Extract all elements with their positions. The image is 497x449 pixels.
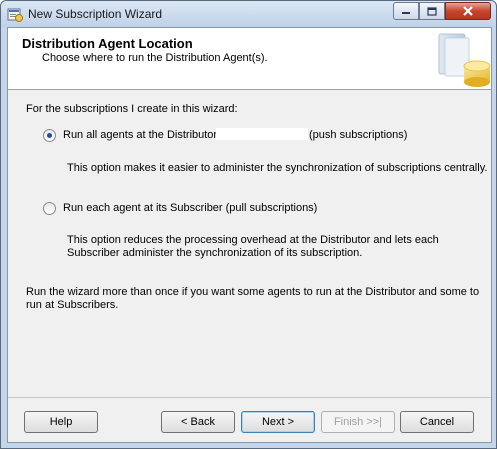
pull-option-description-line2: Subscriber administer the synchronizatio… <box>67 247 363 259</box>
page-title: Distribution Agent Location <box>22 36 193 51</box>
help-button[interactable]: Help <box>24 411 98 433</box>
pull-option-description-line1: This option reduces the processing overh… <box>67 234 439 246</box>
close-icon <box>463 6 473 16</box>
push-option-description: This option makes it easier to administe… <box>67 162 488 174</box>
wizard-note-line2: run at Subscribers. <box>26 299 119 311</box>
window-title: New Subscription Wizard <box>28 7 163 21</box>
cancel-button[interactable]: Cancel <box>400 411 474 433</box>
push-option-suffix[interactable]: (push subscriptions) <box>309 129 407 142</box>
wizard-window: New Subscription Wizard Distribution Age… <box>0 0 497 449</box>
wizard-page: Distribution Agent Location Choose where… <box>7 27 492 443</box>
pull-option-label[interactable]: Run each agent at its Subscriber (pull s… <box>63 202 317 215</box>
wizard-note-line1: Run the wizard more than once if you wan… <box>26 286 480 298</box>
maximize-button[interactable] <box>419 2 445 20</box>
push-subscription-radio[interactable] <box>43 129 56 142</box>
close-button[interactable] <box>445 2 491 20</box>
intro-text: For the subscriptions I create in this w… <box>26 103 238 115</box>
distributor-name-field <box>216 128 308 140</box>
push-option-label[interactable]: Run all agents at the Distributor, <box>63 129 220 142</box>
finish-button[interactable]: Finish >>| <box>321 411 395 433</box>
footer-divider <box>8 397 491 398</box>
pull-subscription-radio[interactable] <box>43 202 56 215</box>
minimize-button[interactable] <box>393 2 419 20</box>
wizard-app-icon <box>7 8 23 22</box>
back-button[interactable]: < Back <box>161 411 235 433</box>
title-bar[interactable]: New Subscription Wizard <box>1 1 496 27</box>
maximize-icon <box>427 6 437 16</box>
next-button[interactable]: Next > <box>241 411 315 433</box>
page-header: Distribution Agent Location Choose where… <box>8 28 491 90</box>
page-subtitle: Choose where to run the Distribution Age… <box>42 52 268 64</box>
database-wizard-icon <box>438 33 491 87</box>
minimize-icon <box>402 12 410 14</box>
